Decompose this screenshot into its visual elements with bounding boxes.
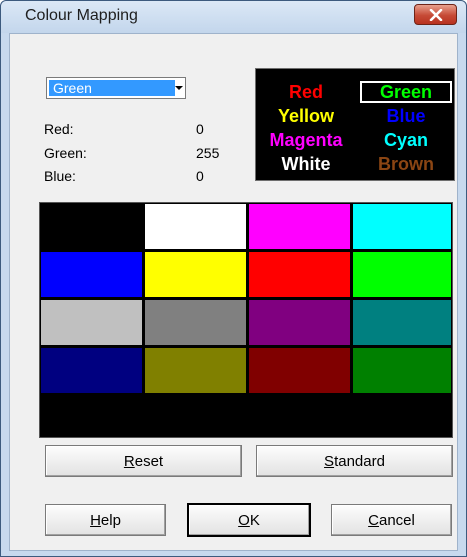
palette-swatch[interactable]	[248, 203, 351, 250]
cancel-mnemonic: C	[368, 511, 379, 529]
colour-select-value: Green	[49, 80, 175, 96]
palette-swatch[interactable]	[248, 299, 351, 346]
preview-label-magenta[interactable]: Magenta	[258, 130, 354, 150]
palette-swatch[interactable]	[248, 347, 351, 394]
palette-swatch[interactable]	[352, 203, 452, 250]
ok-label: K	[249, 511, 260, 529]
reset-mnemonic: R	[123, 452, 135, 470]
colour-select[interactable]: Green	[46, 77, 186, 99]
palette-swatch[interactable]	[352, 251, 452, 298]
cancel-button[interactable]: Cancel	[331, 504, 452, 536]
dropdown-arrow-icon[interactable]	[171, 78, 187, 98]
preview-label-red[interactable]: Red	[258, 82, 354, 102]
standard-label: tandard	[334, 452, 385, 470]
reset-button[interactable]: Reset	[45, 445, 242, 477]
preview-label-green[interactable]: Green	[358, 82, 454, 102]
palette-swatch[interactable]	[352, 299, 452, 346]
reset-label: eset	[134, 452, 164, 470]
blue-label: Blue:	[44, 168, 76, 184]
help-button[interactable]: Help	[45, 504, 166, 536]
palette-swatch[interactable]	[248, 251, 351, 298]
palette-swatch[interactable]	[352, 347, 452, 394]
palette-swatch[interactable]	[40, 203, 143, 250]
red-label: Red:	[44, 121, 74, 137]
blue-value: 0	[196, 168, 204, 184]
ok-mnemonic: O	[238, 511, 250, 529]
standard-button[interactable]: Standard	[256, 445, 453, 477]
close-button[interactable]	[414, 4, 457, 25]
preview-label-cyan[interactable]: Cyan	[358, 130, 454, 150]
palette-swatch[interactable]	[144, 203, 247, 250]
standard-mnemonic: S	[324, 452, 335, 470]
colour-palette-grid	[39, 202, 453, 438]
help-mnemonic: H	[90, 511, 101, 529]
preview-label-brown[interactable]: Brown	[358, 154, 454, 174]
palette-swatch[interactable]	[144, 347, 247, 394]
close-icon	[429, 8, 442, 21]
title-bar[interactable]: Colour Mapping	[1, 1, 466, 33]
palette-swatch[interactable]	[144, 251, 247, 298]
cancel-label: ancel	[378, 511, 415, 529]
ok-button[interactable]: OK	[187, 503, 311, 537]
dialog-client-area: Green Red: 0 Green: 255 Blue: 0 Red Gree…	[9, 33, 458, 551]
green-value: 255	[196, 145, 220, 161]
preview-label-yellow[interactable]: Yellow	[258, 106, 354, 126]
red-value: 0	[196, 121, 204, 137]
preview-label-white[interactable]: White	[258, 154, 354, 174]
preview-label-blue[interactable]: Blue	[358, 106, 454, 126]
colour-preview-panel: Red Green Yellow Blue Magenta Cyan White…	[255, 68, 455, 181]
colour-mapping-dialog: Colour Mapping Green Red: 0 Green: 255 B…	[0, 0, 467, 557]
palette-swatch[interactable]	[40, 347, 143, 394]
green-label: Green:	[44, 145, 87, 161]
palette-swatch[interactable]	[40, 251, 143, 298]
dialog-title: Colour Mapping	[25, 7, 138, 24]
palette-swatch[interactable]	[144, 299, 247, 346]
help-label: elp	[100, 511, 121, 529]
palette-swatch[interactable]	[40, 299, 143, 346]
